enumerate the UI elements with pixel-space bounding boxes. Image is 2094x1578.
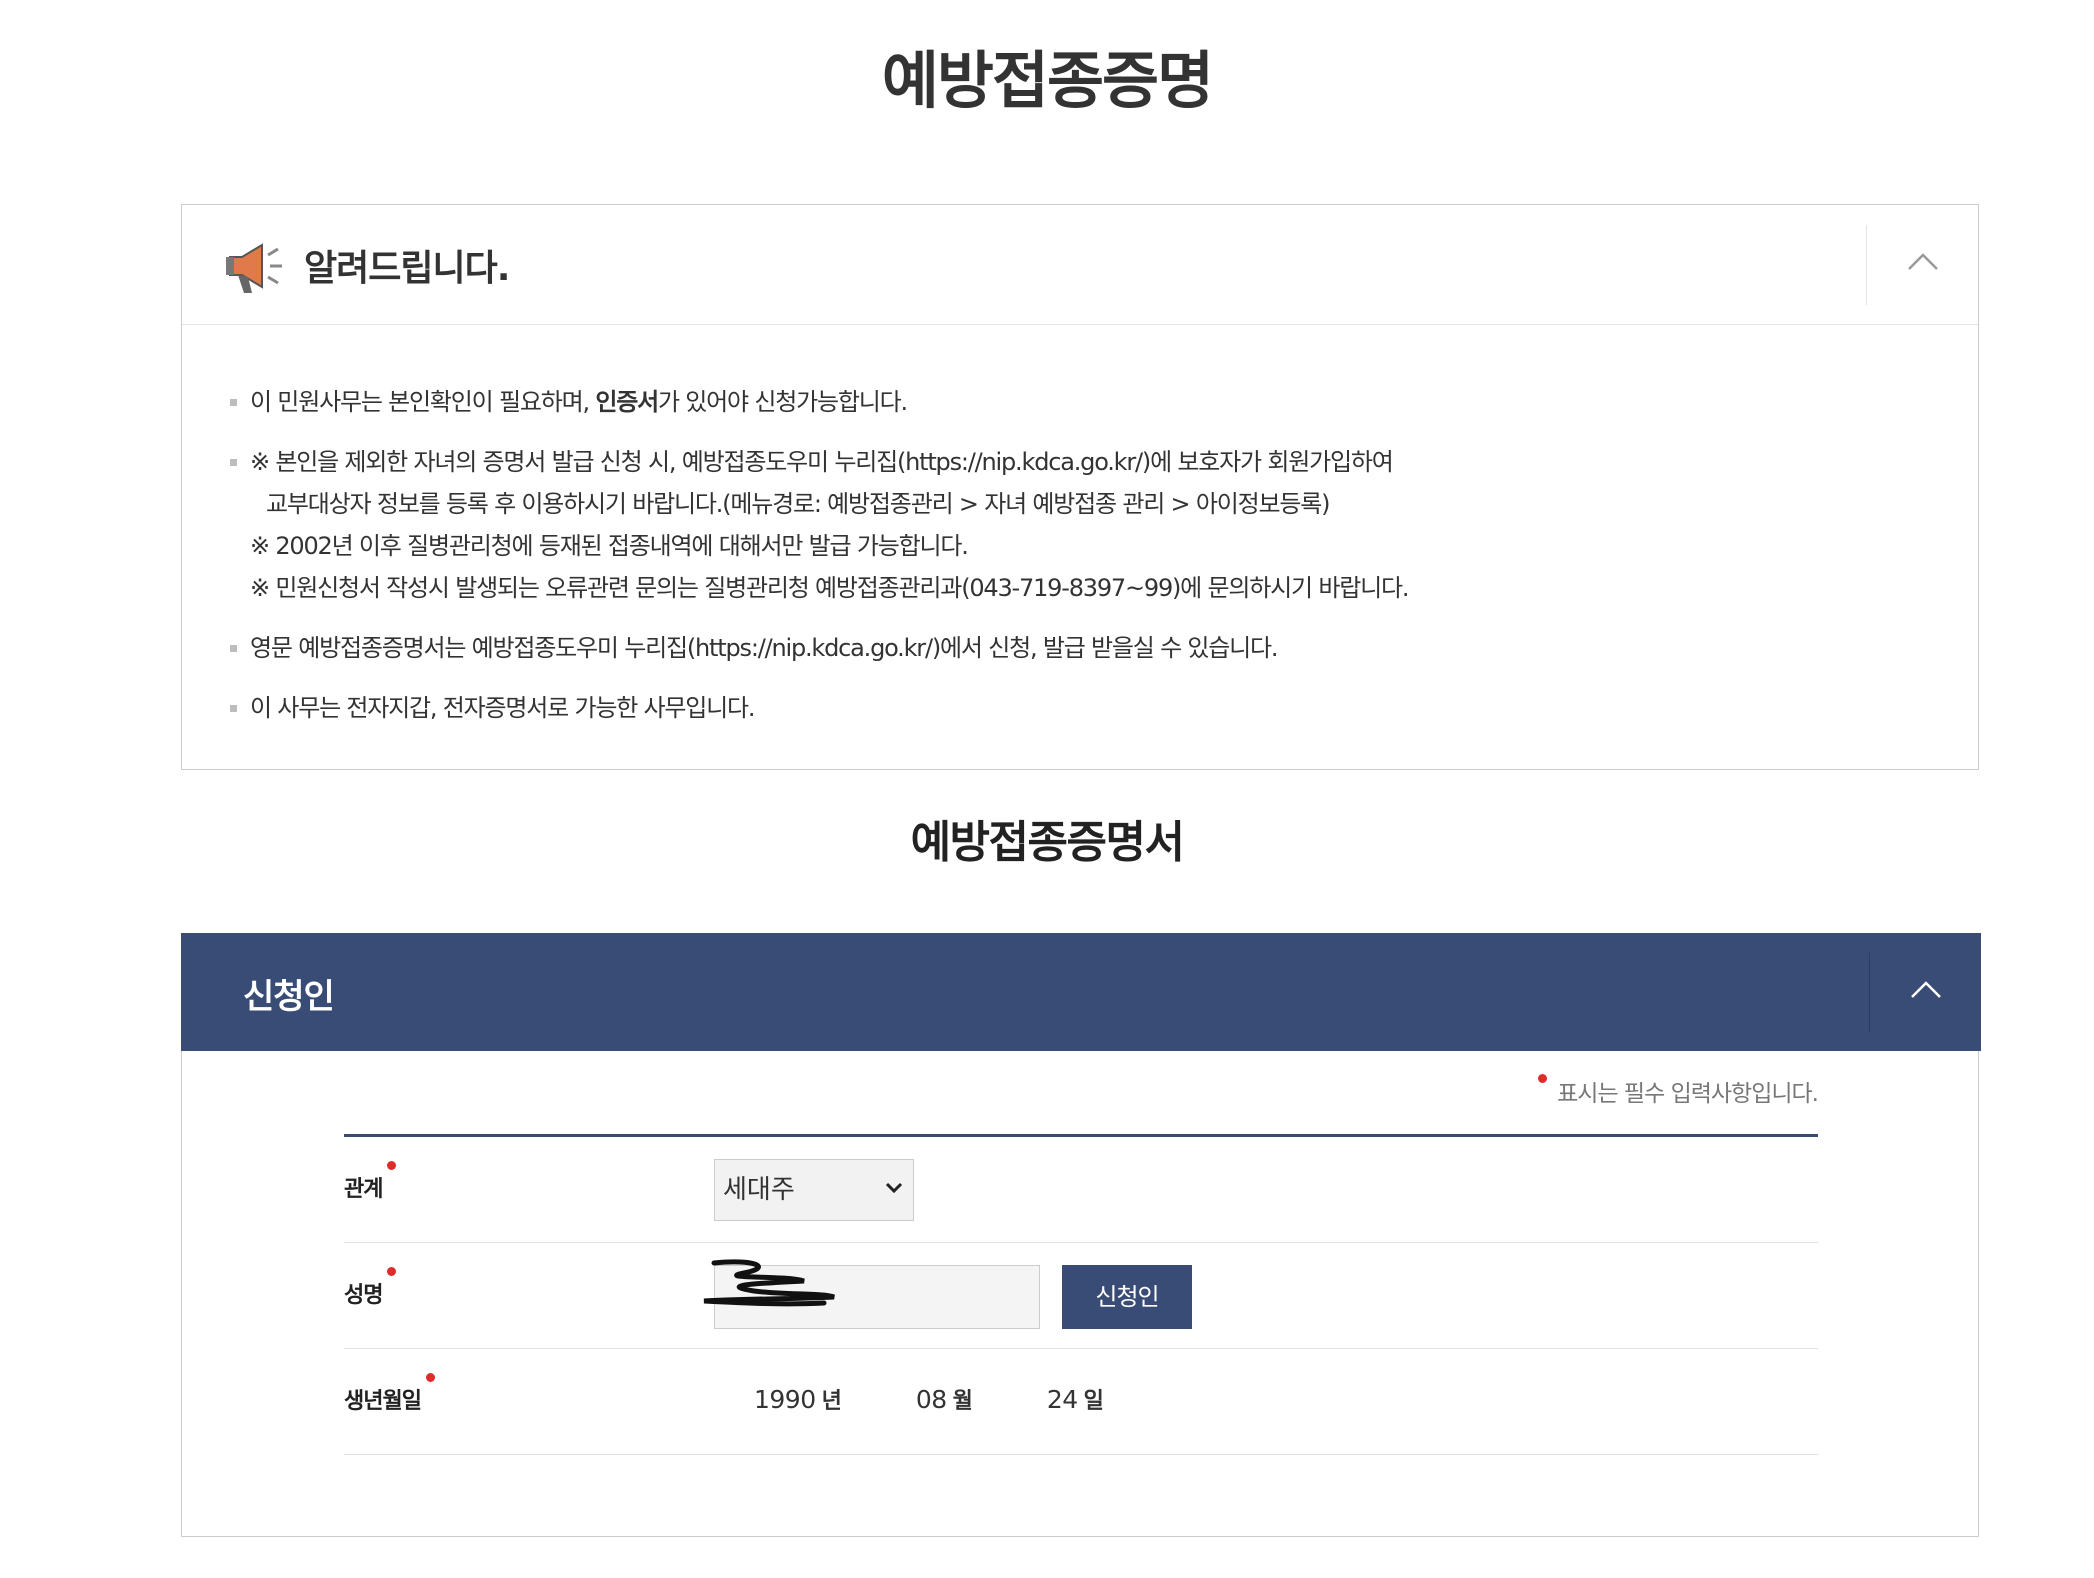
applicant-lookup-button[interactable]: 신청인 [1062, 1265, 1192, 1329]
chevron-down-icon [885, 1182, 903, 1194]
chevron-up-icon [1908, 253, 1938, 270]
birth-label: 생년월일 [344, 1373, 435, 1415]
notice-header: 알려드립니다. [182, 205, 1978, 325]
birth-date: 1990 년 08 월 24 일 [754, 1383, 1104, 1415]
applicant-collapse-button[interactable] [1869, 953, 1981, 1033]
applicant-form: 관계 세대주 성명 신청인 생년월일 1990 년 08 월 24 일 [344, 1134, 1818, 1455]
birth-month: 08 월 [915, 1385, 973, 1414]
form-row-birth: 생년월일 1990 년 08 월 24 일 [344, 1349, 1818, 1455]
applicant-panel: 신청인 표시는 필수 입력사항입니다. 관계 세대주 성명 신청인 생년월일 1… [181, 933, 1981, 1537]
applicant-title: 신청인 [243, 977, 335, 1017]
applicant-header: 신청인 [181, 933, 1981, 1051]
name-label: 성명 [344, 1267, 397, 1309]
notice-collapse-button[interactable] [1866, 225, 1978, 305]
relation-select[interactable]: 세대주 [714, 1159, 914, 1221]
megaphone-icon [222, 239, 288, 297]
required-dot-icon [387, 1161, 397, 1170]
required-dot-icon [387, 1267, 397, 1276]
relation-label: 관계 [344, 1161, 397, 1203]
list-item: 이 사무는 전자지갑, 전자증명서로 가능한 사무입니다. [230, 687, 1930, 729]
list-item: ※ 본인을 제외한 자녀의 증명서 발급 신청 시, 예방접종도우미 누리집(h… [230, 441, 1930, 609]
notice-list: 이 민원사무는 본인확인이 필요하며, 인증서가 있어야 신청가능합니다. ※ … [230, 381, 1930, 747]
list-item: 영문 예방접종증명서는 예방접종도우미 누리집(https://nip.kdca… [230, 627, 1930, 669]
page-title: 예방접종증명 [881, 44, 1214, 117]
birth-year: 1990 년 [754, 1385, 842, 1414]
section-title: 예방접종증명서 [910, 817, 1185, 868]
notice-panel: 알려드립니다. 이 민원사무는 본인확인이 필요하며, 인증서가 있어야 신청가… [181, 204, 1979, 770]
required-note: 표시는 필수 입력사항입니다. [1538, 1074, 1819, 1108]
required-dot-icon [1538, 1074, 1548, 1083]
chevron-up-icon [1911, 981, 1941, 998]
form-row-name: 성명 신청인 [344, 1243, 1818, 1349]
redaction-scribble [703, 1259, 835, 1307]
birth-day: 24 일 [1046, 1385, 1104, 1414]
list-item: 이 민원사무는 본인확인이 필요하며, 인증서가 있어야 신청가능합니다. [230, 381, 1930, 423]
form-row-relation: 관계 세대주 [344, 1137, 1818, 1243]
notice-title: 알려드립니다. [304, 248, 510, 289]
required-dot-icon [425, 1373, 435, 1382]
